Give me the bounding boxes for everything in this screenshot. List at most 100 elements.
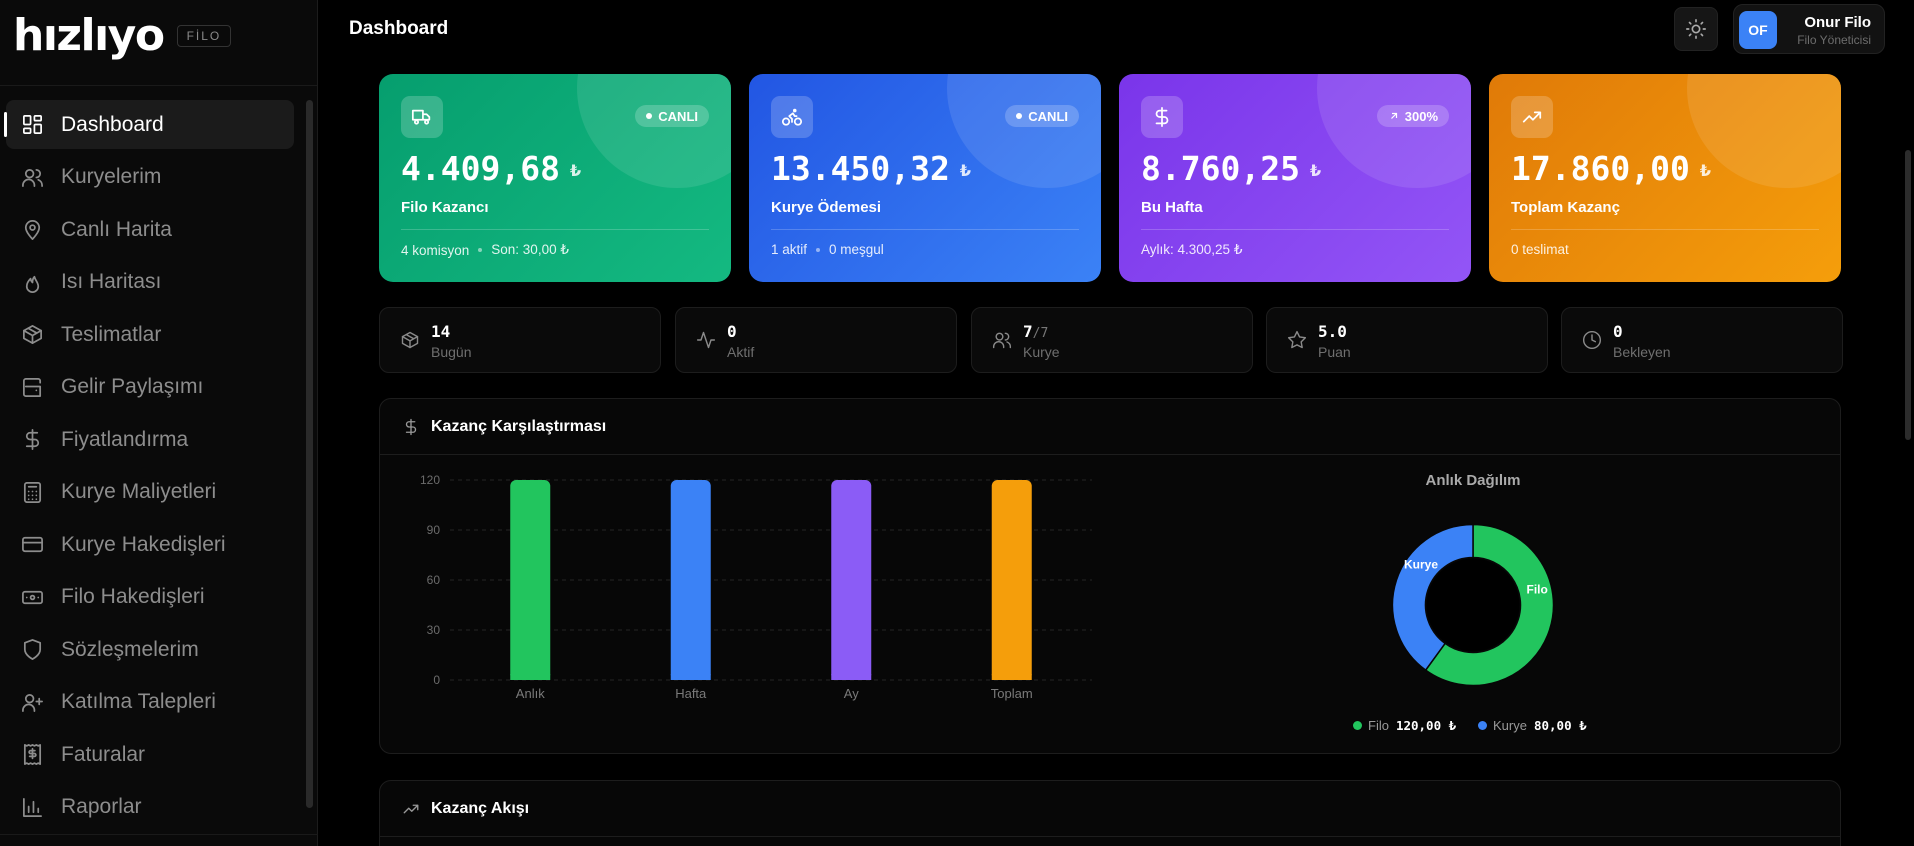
- sidebar-item-kurye-hakedişleri[interactable]: Kurye Hakedişleri: [6, 520, 294, 569]
- mini-value-main: 7: [1023, 322, 1033, 341]
- mini-icon: [400, 330, 420, 350]
- sidebar-item-label: Teslimatlar: [61, 322, 162, 346]
- live-badge: CANLI: [1005, 105, 1079, 127]
- bar: [670, 480, 711, 680]
- legend-dot: [1353, 721, 1362, 730]
- mini-label: Bekleyen: [1613, 344, 1671, 360]
- dollar-icon: [25, 429, 39, 450]
- divider: [771, 229, 1079, 230]
- mini-value-main: 14: [431, 322, 451, 341]
- bike-icon: [781, 108, 803, 126]
- truck-icon: [411, 109, 431, 125]
- sidebar-item-label: Kurye Maliyetleri: [61, 480, 217, 503]
- package-icon-wrap: [20, 323, 44, 347]
- sidebar-nav: Dashboard Kuryelerim Canlı Harita Isı Ha…: [0, 100, 300, 835]
- mini-label: Bugün: [431, 344, 472, 360]
- mini-value: 0: [1613, 322, 1623, 341]
- sun-icon: [1686, 19, 1706, 39]
- x-tick-label: Toplam: [991, 686, 1033, 701]
- stat-card[interactable]: CANLI 13.450,32 ₺ Kurye Ödemesi 1 aktif 0 …: [749, 74, 1101, 282]
- sidebar-item-faturalar[interactable]: Faturalar: [6, 730, 294, 779]
- card-foot-text: 0 meşgul: [829, 242, 884, 257]
- mini-label: Kurye: [1023, 344, 1060, 360]
- badge-text: CANLI: [658, 108, 698, 124]
- sidebar-item-raporlar[interactable]: Raporlar: [6, 783, 294, 832]
- theme-toggle-button[interactable]: [1674, 7, 1718, 51]
- sidebar-item-label: Gelir Paylaşımı: [61, 375, 204, 398]
- stat-card[interactable]: 17.860,00 ₺ Toplam Kazanç 0 teslimat: [1489, 74, 1841, 282]
- card-amount: 13.450,32: [771, 149, 950, 188]
- panel-title: Kazanç Karşılaştırması: [431, 417, 607, 435]
- panel-header: Kazanç Akışı: [380, 781, 1840, 837]
- bar-chart-icon-wrap: [20, 795, 44, 819]
- currency-symbol: ₺: [1309, 161, 1322, 180]
- brand: hızlıyo FİLO: [0, 0, 317, 86]
- bar: [991, 480, 1032, 680]
- sidebar-item-gelir-paylaşımı[interactable]: Gelir Paylaşımı: [6, 363, 294, 412]
- credit-card-icon-wrap: [20, 533, 44, 557]
- live-dot: [1016, 113, 1023, 119]
- card-value: 8.760,25 ₺: [1141, 149, 1321, 188]
- sidebar-item-canlı-harita[interactable]: Canlı Harita: [6, 205, 294, 254]
- brand-logo[interactable]: hızlıyo: [13, 13, 165, 58]
- sidebar-item-fiyatlandırma[interactable]: Fiyatlandırma: [6, 415, 294, 464]
- card-footer: 4 komisyon Son: 30,00 ₺: [401, 242, 569, 258]
- dollar-icon-wrap: [20, 428, 44, 452]
- calculator-icon: [23, 481, 41, 503]
- sidebar-item-filo-hakedişleri[interactable]: Filo Hakedişleri: [6, 573, 294, 622]
- card-value: 17.860,00 ₺: [1511, 149, 1711, 188]
- mini-icon: [696, 330, 716, 350]
- panel-title: Kazanç Akışı: [431, 799, 530, 817]
- separator-dot: [816, 247, 821, 252]
- sidebar-item-label: Canlı Harita: [61, 217, 172, 241]
- sidebar-item-teslimatlar[interactable]: Teslimatlar: [6, 310, 294, 359]
- map-pin-icon-wrap: [20, 218, 44, 242]
- sidebar-item-katılma-talepleri[interactable]: Katılma Talepleri: [6, 678, 294, 727]
- user-name: Onur Filo: [1804, 14, 1871, 31]
- brand-badge: FİLO: [176, 24, 232, 47]
- stat-card[interactable]: 300% 8.760,25 ₺ Bu Hafta Aylık: 4.300,25 …: [1119, 74, 1471, 282]
- user-role: Filo Yöneticisi: [1797, 33, 1871, 47]
- stat-card[interactable]: CANLI 4.409,68 ₺ Filo Kazancı 4 komisyon S…: [379, 74, 731, 282]
- arrow-up-right-icon: [1390, 112, 1397, 119]
- mini-icon: [1287, 330, 1307, 350]
- mini-label: Aktif: [727, 344, 755, 360]
- sidebar-item-label: Raporlar: [61, 795, 142, 818]
- sidebar-item-kurye-maliyetleri[interactable]: Kurye Maliyetleri: [6, 468, 294, 517]
- main-scrollbar[interactable]: [1905, 150, 1911, 440]
- sidebar-item-isı-haritası[interactable]: Isı Haritası: [6, 258, 294, 307]
- sidebar-item-sözleşmelerim[interactable]: Sözleşmelerim: [6, 625, 294, 674]
- receipt-icon: [23, 744, 41, 765]
- bar-chart-icon: [22, 797, 42, 817]
- card-amount: 17.860,00: [1511, 149, 1690, 188]
- sidebar-item-label: Kuryelerim: [61, 165, 162, 188]
- sidebar-item-label: Faturalar: [61, 742, 146, 766]
- calculator-icon-wrap: [20, 480, 44, 504]
- badge-text: 300%: [1404, 108, 1438, 124]
- card-footer: 1 aktif 0 meşgul: [771, 242, 884, 257]
- y-tick-label: 60: [427, 573, 441, 587]
- sidebar-scrollbar[interactable]: [306, 100, 313, 808]
- growth-badge: 300%: [1376, 105, 1449, 127]
- mini-label: Puan: [1318, 344, 1351, 360]
- bar-base: [991, 674, 1032, 680]
- x-tick-label: Anlık: [516, 686, 545, 701]
- sidebar-item-label: Dashboard: [61, 112, 164, 136]
- mini-value: 7/7: [1023, 322, 1048, 341]
- mini-stat-puan: 5.0 Puan: [1266, 307, 1548, 373]
- sidebar-item-kuryelerim[interactable]: Kuryelerim: [6, 153, 294, 202]
- sidebar-item-dashboard[interactable]: Dashboard: [4, 100, 294, 149]
- card-label: Bu Hafta: [1141, 199, 1203, 216]
- card-foot-text: 0 teslimat: [1511, 242, 1569, 257]
- user-menu[interactable]: OF Onur Filo Filo Yöneticisi: [1733, 4, 1885, 54]
- mini-stat-aktif: 0 Aktif: [675, 307, 957, 373]
- card-footer: Aylık: 4.300,25 ₺: [1141, 242, 1242, 258]
- banknote-icon: [21, 590, 43, 604]
- flame-icon: [25, 275, 39, 293]
- legend-item-kurye: Kurye 80,00 ₺: [1478, 718, 1587, 733]
- dashboard-icon: [22, 115, 42, 134]
- live-dot: [646, 113, 653, 119]
- shield-icon-wrap: [20, 638, 44, 662]
- package-icon: [401, 331, 419, 349]
- card-amount: 8.760,25: [1141, 149, 1300, 188]
